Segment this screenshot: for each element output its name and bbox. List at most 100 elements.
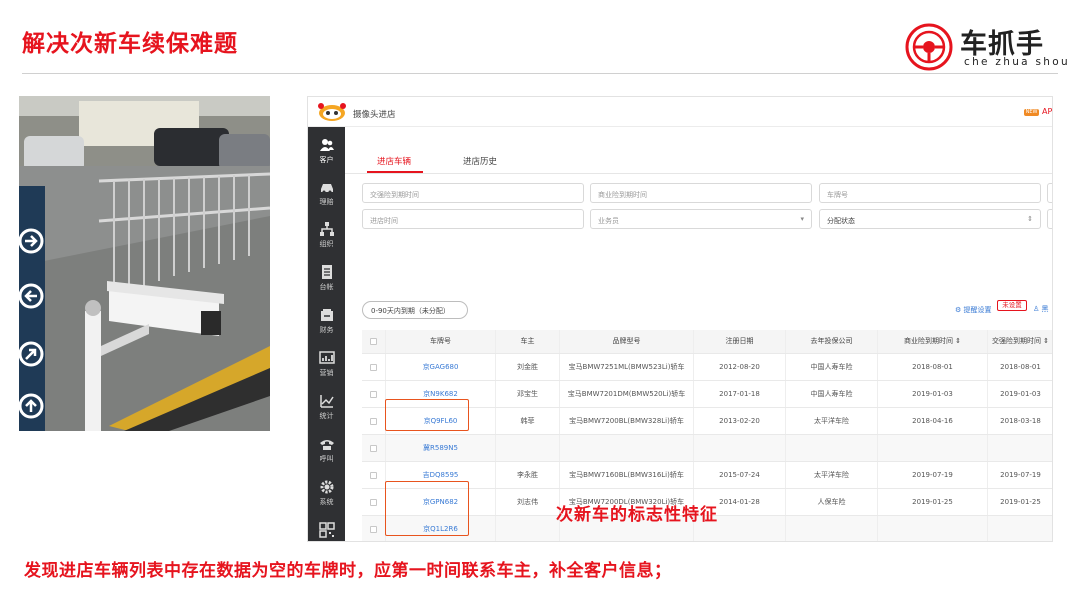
customer-icon xyxy=(319,139,334,151)
cell-plate[interactable]: 冀R589N5 xyxy=(386,435,496,461)
remind-setting-link[interactable]: ⚙ 提醒设置 xyxy=(955,305,992,315)
cell-owner xyxy=(496,435,560,461)
phone-icon xyxy=(319,440,334,450)
sidebar-item-marketing[interactable]: 营销 xyxy=(308,346,345,386)
brand-pinyin: che zhua shou xyxy=(964,56,1070,68)
cell-insurer xyxy=(786,435,878,461)
salesperson-select[interactable]: 业务员 ▾ xyxy=(590,209,812,229)
table-header-row: 车牌号 车主 品牌型号 注册日期 去年投保公司 商业险到期时间 ⇕ 交强险到期时间 ⇕ xyxy=(362,330,1052,354)
row-checkbox[interactable] xyxy=(370,417,377,425)
new-badge: NEW xyxy=(1024,109,1039,116)
cell-owner xyxy=(496,516,560,541)
user-link-label: 黑 xyxy=(1041,305,1049,313)
cell-check[interactable] xyxy=(362,381,386,407)
assign-status-select[interactable]: 分配状态 ⇕ xyxy=(819,209,1041,229)
sidebar-item-org[interactable]: 组织 xyxy=(308,217,345,257)
row-checkbox[interactable] xyxy=(370,444,377,452)
cell-owner: 李永胜 xyxy=(496,462,560,488)
sidebar-item-label: 组织 xyxy=(319,240,334,248)
table-row[interactable]: 京GAG680 刘金胜 宝马BMW7251ML(BMW523Li)轿车 2012-08… xyxy=(362,354,1052,381)
cell-commercial-expiry: 2019-07-19 xyxy=(878,462,988,488)
cell-commercial-expiry: 2018-04-16 xyxy=(878,408,988,434)
finance-icon xyxy=(320,309,333,321)
cell-insurer: 太平洋车险 xyxy=(786,408,878,434)
entry-time-field[interactable]: 进店时间 xyxy=(362,209,584,229)
assign-status-select-value: 分配状态 xyxy=(827,217,855,225)
sidebar-item-system[interactable]: 系统 xyxy=(308,475,345,515)
row-checkbox[interactable] xyxy=(370,338,377,345)
cell-commercial-expiry: 2019-01-25 xyxy=(878,489,988,515)
chevron-down-icon: ▾ xyxy=(800,215,804,223)
sidebar-item-label: 台帐 xyxy=(319,283,334,291)
cell-compulsory-expiry: 2019-01-25 xyxy=(988,489,1052,515)
camera-gate-photo xyxy=(19,96,270,431)
sidebar-item-call[interactable]: 呼叫 xyxy=(308,432,345,472)
quick-filter-button[interactable]: 0-90天内到期（未分配） xyxy=(362,301,468,319)
compulsory-expiry-field[interactable]: 交强险到期时间 xyxy=(362,183,584,203)
api-link[interactable]: API xyxy=(1042,107,1052,116)
cell-check[interactable] xyxy=(362,435,386,461)
app-page-name: 摄像头进店 xyxy=(353,110,396,120)
cell-check[interactable] xyxy=(362,408,386,434)
header-cell-commercial-expiry: 商业险到期时间 ⇕ xyxy=(878,330,988,353)
header-cell-model: 品牌型号 xyxy=(560,330,694,353)
sidebar-item-qrcode[interactable] xyxy=(308,518,345,541)
cell-model xyxy=(560,435,694,461)
row-checkbox[interactable] xyxy=(370,390,377,398)
cell-check[interactable] xyxy=(362,462,386,488)
cell-owner: 邓宝生 xyxy=(496,381,560,407)
cell-insurer: 人保车险 xyxy=(786,489,878,515)
cell-compulsory-expiry: 2019-01-03 xyxy=(988,381,1052,407)
ledger-icon xyxy=(321,265,332,279)
cell-insurer: 太平洋车险 xyxy=(786,462,878,488)
sidebar-item-customer[interactable]: 客户 xyxy=(308,133,345,173)
tab-entry-history[interactable]: 进店历史 xyxy=(463,155,497,167)
cell-commercial-expiry xyxy=(878,435,988,461)
slide-title: 解决次新车续保难题 xyxy=(22,31,238,57)
cell-compulsory-expiry: 2018-03-18 xyxy=(988,408,1052,434)
gear-icon xyxy=(320,480,333,494)
brand-logo: 车抓手 che zhua shou xyxy=(900,18,1070,72)
row-checkbox[interactable] xyxy=(370,498,377,506)
footer-text: 发现进店车辆列表中存在数据为空的车牌时，应第一时间联系车主，补全客户信息； xyxy=(24,561,672,581)
cell-compulsory-expiry xyxy=(988,435,1052,461)
cell-reg-date xyxy=(694,435,786,461)
cell-check[interactable] xyxy=(362,516,386,541)
commercial-expiry-field[interactable]: 商业险到期时间 xyxy=(590,183,812,203)
cell-compulsory-expiry: 2019-07-19 xyxy=(988,462,1052,488)
cell-owner: 韩菲 xyxy=(496,408,560,434)
header-cell-insurer: 去年投保公司 xyxy=(786,330,878,353)
cell-compulsory-expiry: 2018-08-01 xyxy=(988,354,1052,380)
sidebar-item-stats[interactable]: 统计 xyxy=(308,389,345,429)
cell-plate[interactable]: 京GAG680 xyxy=(386,354,496,380)
empty-rows-highlight-box xyxy=(385,481,469,536)
sidebar-item-claim[interactable]: 理赔 xyxy=(308,175,345,215)
remind-setting-label: 提醒设置 xyxy=(963,306,992,314)
extra-field[interactable] xyxy=(1047,183,1052,203)
sidebar-item-finance[interactable]: 财务 xyxy=(308,303,345,343)
steering-wheel-logo-icon xyxy=(905,23,953,71)
extra-field-2[interactable] xyxy=(1047,209,1052,229)
sidebar-item-label: 系统 xyxy=(319,498,334,506)
empty-row-highlight-box xyxy=(385,399,469,431)
app-topbar: 摄像头进店 NEW API xyxy=(308,97,1052,127)
row-checkbox[interactable] xyxy=(370,363,377,371)
plate-field[interactable]: 车牌号 xyxy=(819,183,1041,203)
cell-reg-date: 2017-01-18 xyxy=(694,381,786,407)
cell-check[interactable] xyxy=(362,354,386,380)
org-icon xyxy=(319,222,334,236)
table-row[interactable]: 冀R589N5 xyxy=(362,435,1052,462)
sidebar-item-label: 营销 xyxy=(319,369,334,377)
cell-reg-date: 2015-07-24 xyxy=(694,462,786,488)
user-link[interactable]: ♙ 黑 xyxy=(1033,304,1049,314)
app-mascot-logo-icon xyxy=(318,103,346,121)
tabs-divider xyxy=(345,173,1052,174)
row-checkbox[interactable] xyxy=(370,525,377,533)
cell-check[interactable] xyxy=(362,489,386,515)
row-checkbox[interactable] xyxy=(370,471,377,479)
tab-entry-vehicles[interactable]: 进店车辆 xyxy=(377,155,411,167)
unset-badge: 未设置 xyxy=(997,300,1027,311)
header-cell-compulsory-expiry: 交强险到期时间 ⇕ xyxy=(988,330,1052,353)
header-cell-check[interactable] xyxy=(362,330,386,353)
sidebar-item-ledger[interactable]: 台帐 xyxy=(308,260,345,300)
